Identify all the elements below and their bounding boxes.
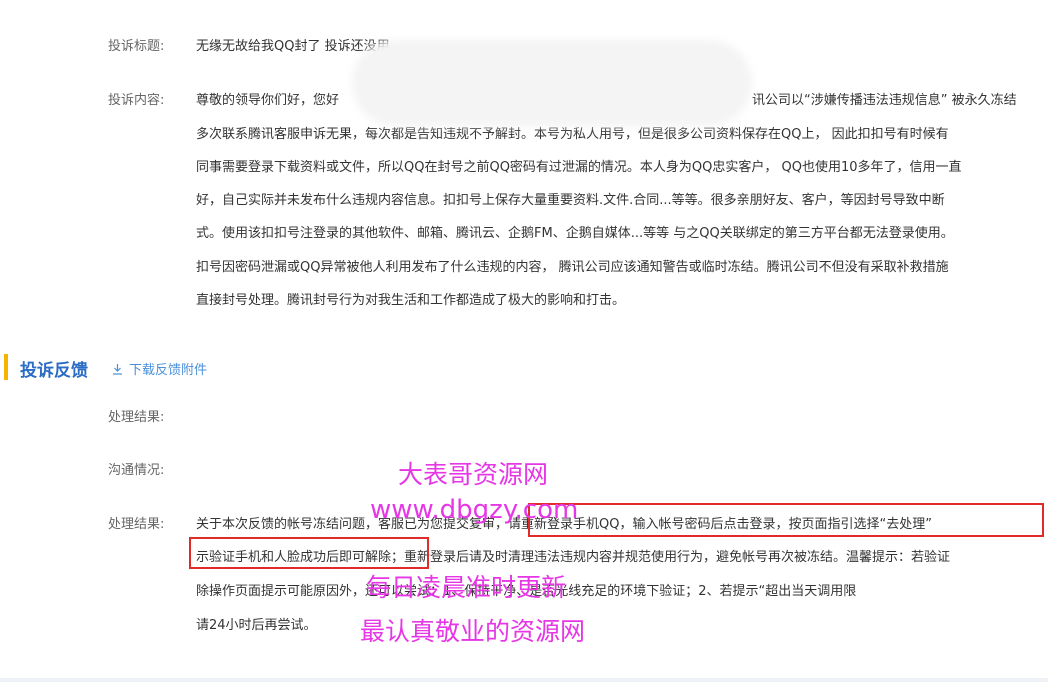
communication-label: 沟通情况: bbox=[108, 463, 165, 478]
complaint-title-label: 投诉标题: bbox=[108, 39, 165, 54]
result-label: 处理结果: bbox=[108, 410, 165, 425]
result-line: 请24小时后再尝试。 bbox=[196, 618, 317, 633]
watermark-line: 每日凌晨准时更新 bbox=[366, 573, 567, 602]
result-line: 示验证手机和人脸成功后即可解除；重新登录后请及时清理违法违规内容并规范使用行为，… bbox=[196, 550, 951, 565]
result-label: 处理结果: bbox=[108, 517, 165, 532]
download-icon bbox=[112, 363, 123, 375]
bottom-divider bbox=[0, 678, 1048, 682]
feedback-section-title: 投诉反馈 bbox=[20, 361, 88, 381]
complaint-content-line: 尊敬的领导你们好，您好 bbox=[196, 93, 340, 108]
complaint-content-line: 式。使用该扣扣号注登录的其他软件、邮箱、腾讯云、企鹅FM、企鹅自媒体...等等 … bbox=[196, 226, 954, 241]
download-attachment-link[interactable]: 下载反馈附件 bbox=[112, 359, 207, 378]
complaint-title-value: 无缘无故给我QQ封了 投诉还没用 bbox=[196, 39, 390, 54]
download-attachment-label: 下载反馈附件 bbox=[129, 363, 208, 378]
watermark-line: 最认真敬业的资源网 bbox=[360, 617, 586, 646]
complaint-content-label: 投诉内容: bbox=[108, 93, 165, 108]
complaint-content-line: 好，自己实际并未发布什么违规内容信息。扣扣号上保存大量重要资料.文件.合同...… bbox=[196, 193, 945, 208]
watermark-line: www.dbgzy.com bbox=[370, 495, 579, 525]
complaint-content-line: 同事需要登录下载资料或文件，所以QQ在封号之前QQ密码有过泄漏的情况。本人身为Q… bbox=[196, 160, 962, 175]
complaint-content-line: 讯公司以“涉嫌传播违法违规信息” 被永久冻结 bbox=[752, 93, 1017, 108]
watermark-line: 大表哥资源网 bbox=[398, 460, 549, 489]
section-marker bbox=[4, 354, 8, 380]
complaint-content-line: 扣号因密码泄漏或QQ异常被他人利用发布了什么违规的内容， 腾讯公司应该通知警告或… bbox=[196, 260, 949, 275]
redaction-blur bbox=[352, 40, 752, 126]
complaint-content-line: 直接封号处理。腾讯封号行为对我生活和工作都造成了极大的影响和打击。 bbox=[196, 293, 626, 308]
